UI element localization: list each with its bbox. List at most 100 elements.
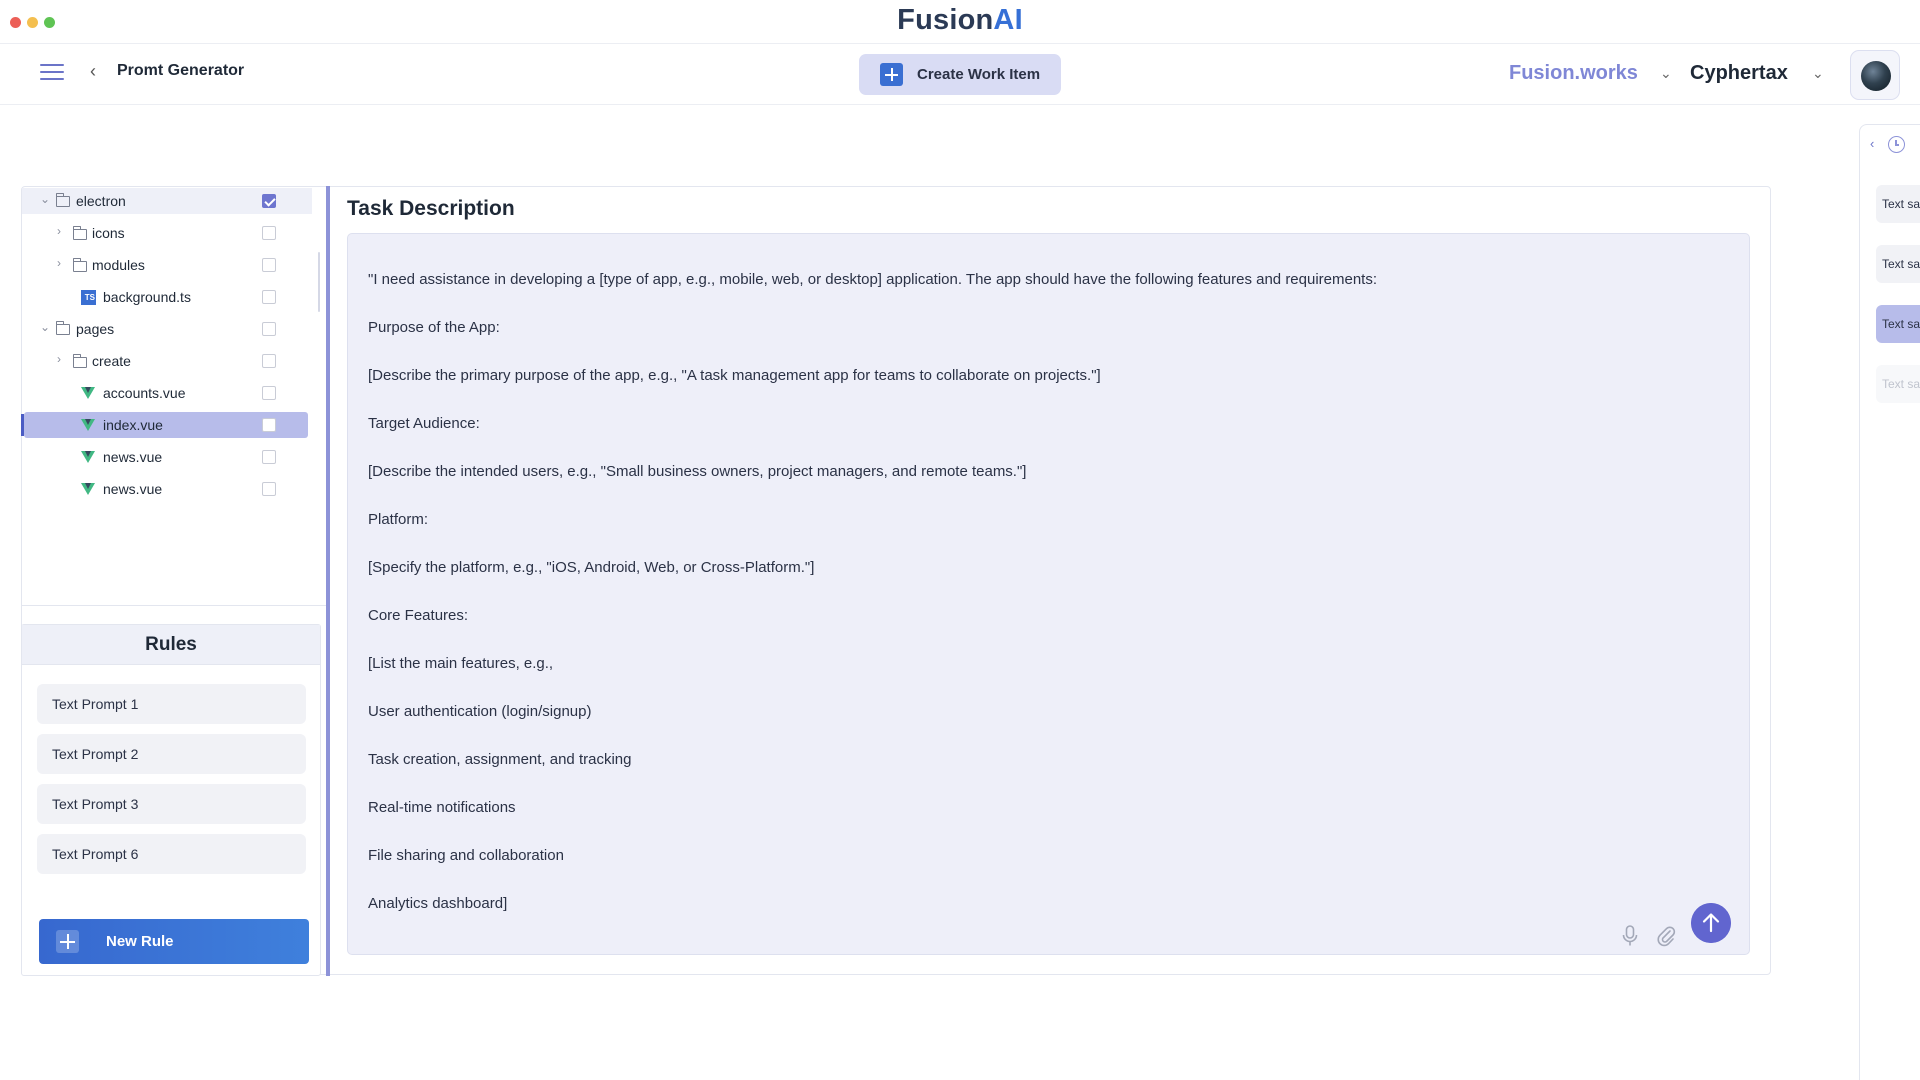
- app-logo: FusionAI: [0, 4, 1920, 37]
- tree-item-checkbox[interactable]: [262, 258, 276, 272]
- page-title: Promt Generator: [117, 62, 245, 79]
- rules-title: Rules: [22, 625, 320, 665]
- tree-item-icons[interactable]: › icons: [22, 220, 312, 246]
- menu-icon[interactable]: [40, 62, 64, 82]
- chevron-right-icon[interactable]: ›: [57, 352, 61, 366]
- tree-item-checkbox[interactable]: [262, 354, 276, 368]
- new-rule-label: New Rule: [106, 933, 174, 950]
- tree-item-checkbox[interactable]: [262, 386, 276, 400]
- tree-item-label: news.vue: [103, 481, 163, 497]
- plus-icon: [880, 63, 903, 86]
- task-line: Task creation, assignment, and tracking: [368, 751, 632, 768]
- vue-file-icon: [81, 419, 95, 431]
- workspace-selector-fusion[interactable]: Fusion.works: [1509, 62, 1638, 85]
- tree-item-pages[interactable]: ⌄ pages: [22, 316, 312, 342]
- tree-item-checkbox[interactable]: [262, 226, 276, 240]
- task-line: Analytics dashboard]: [368, 895, 508, 912]
- task-line: Platform:: [368, 511, 429, 528]
- chevron-down-icon[interactable]: ⌄: [40, 192, 50, 206]
- create-work-item-button[interactable]: Create Work Item: [859, 54, 1061, 95]
- tree-item-label: pages: [76, 321, 115, 337]
- task-line: [List the main features, e.g.,: [368, 655, 554, 672]
- history-item[interactable]: Text sa: [1876, 245, 1920, 283]
- task-line: Target Audience:: [368, 415, 480, 432]
- typescript-file-icon: TS: [81, 290, 96, 305]
- vue-file-icon: [81, 483, 95, 495]
- task-line: File sharing and collaboration: [368, 847, 564, 864]
- tree-item-label: electron: [76, 193, 126, 209]
- chevron-right-icon[interactable]: ›: [57, 224, 61, 238]
- task-line: Real-time notifications: [368, 799, 516, 816]
- chevron-down-icon[interactable]: ⌄: [1660, 65, 1672, 82]
- tree-item-background-ts[interactable]: TS background.ts: [22, 284, 312, 310]
- chevron-down-icon[interactable]: ⌄: [1812, 65, 1824, 82]
- history-clock-icon[interactable]: [1888, 136, 1905, 153]
- task-line: Purpose of the App:: [368, 319, 500, 336]
- new-rule-button[interactable]: New Rule: [39, 919, 309, 964]
- folder-icon: [56, 321, 70, 335]
- back-chevron-icon[interactable]: ‹: [90, 61, 96, 82]
- rule-item[interactable]: Text Prompt 1: [37, 684, 306, 724]
- microphone-icon[interactable]: [1620, 924, 1640, 948]
- logo-part-1: Fusion: [897, 4, 994, 36]
- tree-item-checkbox[interactable]: [262, 450, 276, 464]
- rule-item[interactable]: Text Prompt 2: [37, 734, 306, 774]
- rule-item[interactable]: Text Prompt 3: [37, 784, 306, 824]
- tree-item-checkbox[interactable]: [262, 290, 276, 304]
- user-avatar-button[interactable]: [1850, 50, 1900, 100]
- tree-item-checkbox[interactable]: [262, 482, 276, 496]
- task-line: [Specify the platform, e.g., "iOS, Andro…: [368, 559, 815, 576]
- rules-panel: Rules Text Prompt 1 Text Prompt 2 Text P…: [21, 624, 321, 976]
- history-panel: ‹ Text sa Text sa Text sa Text sa: [1859, 124, 1920, 1080]
- tree-item-label: create: [92, 353, 131, 369]
- tree-item-label: background.ts: [103, 289, 191, 305]
- chevron-down-icon[interactable]: ⌄: [40, 320, 50, 334]
- app-header: ‹ Promt Generator Create Work Item Fusio…: [0, 45, 1920, 105]
- task-line: User authentication (login/signup): [368, 703, 592, 720]
- tree-item-electron[interactable]: ⌄ electron: [22, 188, 312, 214]
- folder-icon: [56, 193, 70, 207]
- tree-item-label: index.vue: [103, 417, 163, 433]
- rule-item[interactable]: Text Prompt 6: [37, 834, 306, 874]
- tree-item-label: accounts.vue: [103, 385, 186, 401]
- task-line: [Describe the primary purpose of the app…: [368, 367, 1101, 384]
- vue-file-icon: [81, 451, 95, 463]
- tree-item-label: news.vue: [103, 449, 163, 465]
- history-item[interactable]: Text sa: [1876, 365, 1920, 403]
- folder-icon: [73, 354, 87, 368]
- folder-icon: [73, 226, 87, 240]
- tree-item-checkbox[interactable]: [262, 322, 276, 336]
- collapse-chevron-icon[interactable]: ‹: [1870, 136, 1874, 151]
- tree-item-accounts-vue[interactable]: accounts.vue: [22, 380, 312, 406]
- vue-file-icon: [81, 387, 95, 399]
- selection-indicator: [21, 414, 24, 436]
- task-line: "I need assistance in developing a [type…: [368, 271, 1378, 288]
- history-item[interactable]: Text sa: [1876, 185, 1920, 223]
- tree-item-create[interactable]: › create: [22, 348, 312, 374]
- folder-icon: [73, 258, 87, 272]
- plus-icon: [56, 930, 79, 953]
- send-button[interactable]: [1691, 903, 1731, 943]
- tree-item-index-vue[interactable]: index.vue: [21, 412, 308, 438]
- avatar: [1861, 61, 1891, 91]
- tree-item-news-vue[interactable]: news.vue: [22, 476, 312, 502]
- tree-item-modules[interactable]: › modules: [22, 252, 312, 278]
- chevron-right-icon[interactable]: ›: [57, 256, 61, 270]
- task-line: [Describe the intended users, e.g., "Sma…: [368, 463, 1027, 480]
- file-tree: ⌄ electron › icons › modules TS backgrou…: [21, 186, 326, 606]
- tree-item-checkbox[interactable]: [262, 194, 276, 208]
- panel-divider[interactable]: [326, 186, 330, 976]
- create-work-item-label: Create Work Item: [917, 66, 1041, 83]
- tree-item-news-vue[interactable]: news.vue: [22, 444, 312, 470]
- tree-scrollbar[interactable]: [318, 252, 320, 312]
- tree-item-checkbox[interactable]: [262, 418, 276, 432]
- logo-part-2: AI: [993, 4, 1023, 36]
- window-titlebar: FusionAI: [0, 0, 1920, 44]
- tree-item-label: icons: [92, 225, 125, 241]
- history-item[interactable]: Text sa: [1876, 305, 1920, 343]
- task-description-title: Task Description: [347, 197, 515, 220]
- workspace-selector-cyphertax[interactable]: Cyphertax: [1690, 62, 1788, 85]
- task-line: Core Features:: [368, 607, 469, 624]
- task-description-input[interactable]: "I need assistance in developing a [type…: [347, 233, 1750, 955]
- paperclip-icon[interactable]: [1656, 924, 1676, 948]
